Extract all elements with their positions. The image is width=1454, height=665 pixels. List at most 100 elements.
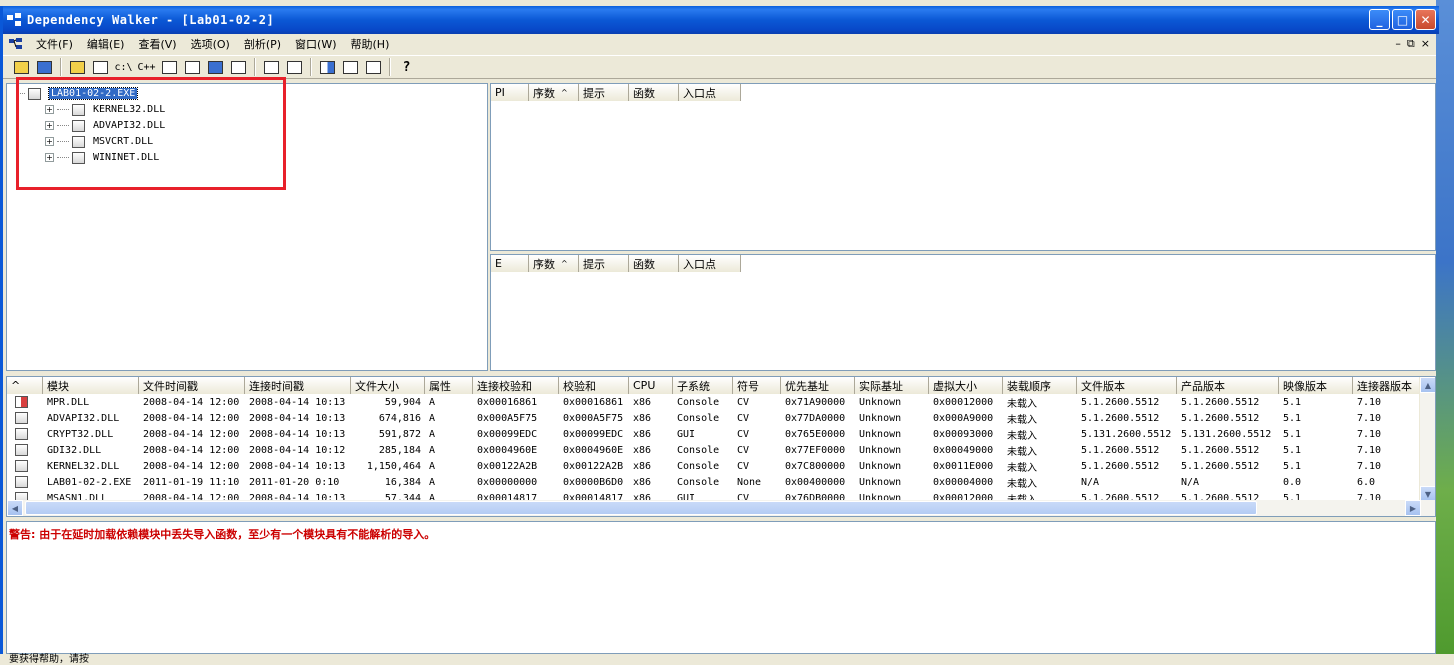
table-row[interactable]: MPR.DLL 2008-04-14 12:00 2008-04-14 10:13 5… xyxy=(7,394,1423,410)
minimize-button[interactable]: _ xyxy=(1369,9,1390,30)
properties-button[interactable] xyxy=(182,57,203,77)
close-button[interactable]: ✕ xyxy=(1415,9,1436,30)
column-header[interactable]: 文件大小 xyxy=(351,377,425,394)
table-cell: 0x00049000 xyxy=(933,444,994,456)
table-cell: N/A xyxy=(1181,476,1200,488)
table-cell: 2008-04-14 12:00 xyxy=(143,396,240,408)
maximize-button[interactable]: □ xyxy=(1392,9,1413,30)
parent-imports-list[interactable]: PI 序数 ^ 提示 函数 入口点 xyxy=(490,83,1436,251)
scroll-left-icon[interactable]: ◀ xyxy=(7,500,23,516)
table-cell: 0x71A90000 xyxy=(785,396,846,408)
copy-button[interactable] xyxy=(67,57,88,77)
column-header[interactable]: 映像版本 xyxy=(1279,377,1353,394)
configure-button[interactable] xyxy=(90,57,111,77)
table-row[interactable]: KERNEL32.DLL 2008-04-14 12:00 2008-04-14 1… xyxy=(7,458,1423,474)
column-header[interactable]: 入口点 xyxy=(679,255,741,272)
find-button[interactable] xyxy=(228,57,249,77)
column-header[interactable]: 校验和 xyxy=(559,377,629,394)
table-cell: x86 xyxy=(633,428,652,440)
table-cell: 59,904 xyxy=(384,396,421,408)
table-cell: 2011-01-19 11:10 xyxy=(143,476,240,488)
module-list[interactable]: ^ 模块 文件时间戳 连接时间戳 文件大小 属性 连接校验和 校验和 CPU 子系统 符号 优先基址实… xyxy=(6,376,1436,517)
column-header[interactable]: 连接时间戳 xyxy=(245,377,351,394)
table-cell: 未载入 xyxy=(1007,430,1037,442)
horizontal-scrollbar[interactable]: ◀ ▶ xyxy=(7,500,1435,516)
module-icon xyxy=(15,476,28,488)
column-header[interactable]: 连接器版本 xyxy=(1353,377,1423,394)
column-header[interactable]: 函数 xyxy=(629,255,679,272)
annotation-highlight-box xyxy=(16,77,286,190)
module-rows: MPR.DLL 2008-04-14 12:00 2008-04-14 10:13 5… xyxy=(7,394,1423,506)
menu-edit[interactable]: 编辑(E) xyxy=(80,36,132,52)
table-row[interactable]: GDI32.DLL 2008-04-14 12:00 2008-04-14 10:1… xyxy=(7,442,1423,458)
table-cell: CV xyxy=(737,460,750,472)
column-header[interactable]: 文件时间戳 xyxy=(139,377,245,394)
column-header[interactable]: 提示 xyxy=(579,84,629,101)
table-cell: 0x77DA0000 xyxy=(785,412,846,424)
column-header[interactable]: PI xyxy=(491,84,529,101)
module-icon xyxy=(15,444,28,456)
table-cell: 16,384 xyxy=(384,476,421,488)
save-button[interactable] xyxy=(34,57,55,77)
tile-horizontal-button[interactable] xyxy=(340,57,361,77)
column-header[interactable]: 实际基址 xyxy=(855,377,929,394)
table-row[interactable]: ADVAPI32.DLL 2008-04-14 12:00 2008-04-14 1… xyxy=(7,410,1423,426)
menu-profile[interactable]: 剖析(P) xyxy=(237,36,288,52)
menu-file[interactable]: 文件(F) xyxy=(29,36,80,52)
column-header[interactable]: 入口点 xyxy=(679,84,741,101)
column-header[interactable]: 优先基址 xyxy=(781,377,855,394)
vertical-scrollbar[interactable]: ▲ ▼ xyxy=(1419,377,1435,502)
table-cell: 1,150,464 xyxy=(366,460,421,472)
undecorate-button[interactable]: C++ xyxy=(136,57,157,77)
column-header[interactable]: E xyxy=(491,255,529,272)
full-paths-icon: c:\ xyxy=(114,61,133,73)
exports-list[interactable]: E 序数 ^ 提示 函数 入口点 xyxy=(490,254,1436,371)
column-header[interactable]: 连接校验和 xyxy=(473,377,559,394)
column-header[interactable]: 模块 xyxy=(43,377,139,394)
column-header[interactable]: 提示 xyxy=(579,255,629,272)
context-help-button[interactable]: ? xyxy=(396,57,417,77)
table-cell: x86 xyxy=(633,412,652,424)
column-header[interactable]: 序数 ^ xyxy=(529,255,579,272)
column-header[interactable]: 属性 xyxy=(425,377,473,394)
table-cell: CV xyxy=(737,428,750,440)
auto-expand-button[interactable] xyxy=(159,57,180,77)
table-cell: Console xyxy=(677,412,720,424)
system-info-button[interactable] xyxy=(205,57,226,77)
mdi-minimize-button[interactable]: – xyxy=(1395,37,1401,51)
open-button[interactable] xyxy=(11,57,32,77)
table-row[interactable]: LAB01-02-2.EXE 2011-01-19 11:10 2011-01-20… xyxy=(7,474,1423,490)
column-header[interactable]: CPU xyxy=(629,377,673,394)
column-header[interactable]: 文件版本 xyxy=(1077,377,1177,394)
scroll-right-icon[interactable]: ▶ xyxy=(1405,500,1421,516)
column-header[interactable]: 符号 xyxy=(733,377,781,394)
table-cell: 0x00000000 xyxy=(477,476,538,488)
scroll-up-icon[interactable]: ▲ xyxy=(1420,377,1435,393)
tile-vertical-icon xyxy=(366,60,381,74)
menu-window[interactable]: 窗口(W) xyxy=(288,36,343,52)
sort-column-header[interactable]: ^ xyxy=(7,377,43,394)
log-button[interactable] xyxy=(284,57,305,77)
column-header[interactable]: 虚拟大小 xyxy=(929,377,1003,394)
title-bar[interactable]: Dependency Walker - [Lab01-02-2] _ □ ✕ xyxy=(3,6,1439,34)
table-cell: 未载入 xyxy=(1007,398,1037,410)
column-header[interactable]: 产品版本 xyxy=(1177,377,1279,394)
menu-options[interactable]: 选项(O) xyxy=(184,36,237,52)
tile-vertical-button[interactable] xyxy=(363,57,384,77)
mdi-restore-button[interactable]: ⧉ xyxy=(1407,37,1415,51)
menu-view[interactable]: 查看(V) xyxy=(131,36,183,52)
menu-help[interactable]: 帮助(H) xyxy=(344,36,397,52)
scroll-thumb[interactable] xyxy=(25,501,1257,515)
table-row[interactable]: CRYPT32.DLL 2008-04-14 12:00 2008-04-14 10… xyxy=(7,426,1423,442)
full-paths-button[interactable]: c:\ xyxy=(113,57,134,77)
column-header[interactable]: 装载顺序 xyxy=(1003,377,1077,394)
mdi-close-button[interactable]: × xyxy=(1421,37,1430,51)
module-icon xyxy=(15,460,28,472)
sort-button[interactable] xyxy=(261,57,282,77)
column-header[interactable]: 序数 ^ xyxy=(529,84,579,101)
log-view[interactable]: 警告: 由于在延时加载依赖模块中丢失导入函数，至少有一个模块具有不能解析的导入。 xyxy=(6,521,1436,654)
cascade-button[interactable] xyxy=(317,57,338,77)
column-header[interactable]: 函数 xyxy=(629,84,679,101)
column-header[interactable]: 子系统 xyxy=(673,377,733,394)
mdi-window-icon[interactable] xyxy=(9,38,23,50)
